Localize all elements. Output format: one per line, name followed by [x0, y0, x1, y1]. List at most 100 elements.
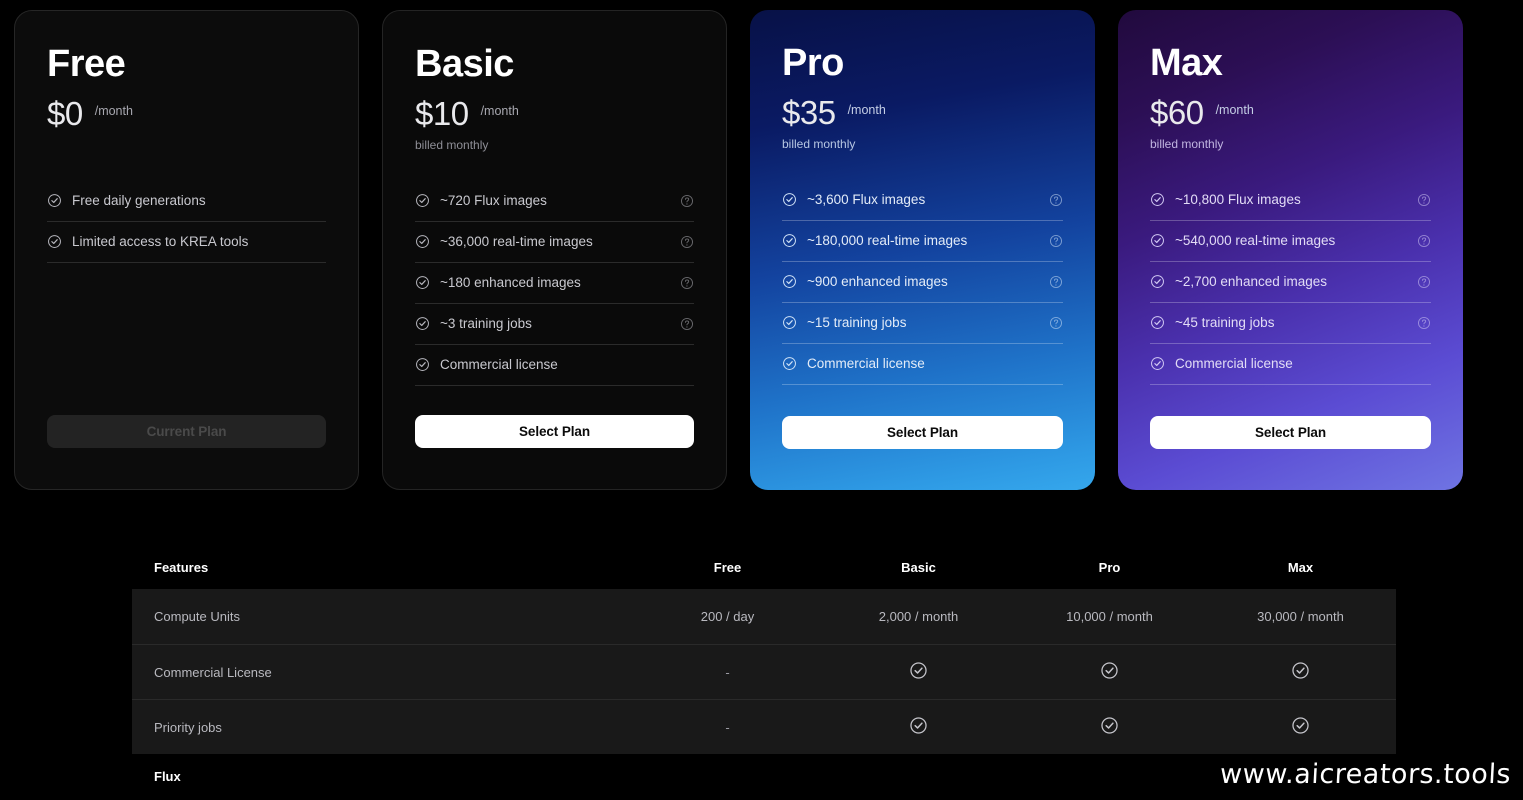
- plan-price-period: /month: [1215, 103, 1254, 117]
- plan-feature-item: ~2,700 enhanced images: [1150, 262, 1431, 303]
- question-circle-icon[interactable]: [680, 276, 694, 290]
- pricing-page: Free $0/month Free daily generations Limite…: [0, 0, 1523, 800]
- plan-feature-label: ~3 training jobs: [440, 316, 532, 332]
- plan-name: Free: [47, 43, 126, 85]
- table-cell: [823, 661, 1014, 684]
- plan-feature-item: Commercial license: [782, 344, 1063, 385]
- plan-feature-item: ~180,000 real-time images: [782, 221, 1063, 262]
- check-circle-icon: [415, 193, 430, 208]
- plan-feature-item: ~36,000 real-time images: [415, 222, 694, 263]
- check-circle-icon: [1150, 192, 1165, 207]
- plan-feature-label: ~900 enhanced images: [807, 274, 948, 290]
- plan-price: $0: [47, 95, 83, 132]
- question-circle-icon[interactable]: [1417, 193, 1431, 207]
- plan-feature-label: ~10,800 Flux images: [1175, 192, 1301, 208]
- plan-feature-label: ~180 enhanced images: [440, 275, 581, 291]
- plan-features-list: ~3,600 Flux images ~180,000 real-time ima…: [782, 180, 1063, 385]
- table-cell: 10,000 / month: [1066, 609, 1153, 624]
- plan-feature-item: Limited access to KREA tools: [47, 222, 326, 263]
- plan-feature-item: ~3,600 Flux images: [782, 180, 1063, 221]
- question-circle-icon[interactable]: [680, 194, 694, 208]
- check-circle-icon: [1150, 274, 1165, 289]
- plan-feature-item: ~720 Flux images: [415, 181, 694, 222]
- plan-feature-label: ~540,000 real-time images: [1175, 233, 1336, 249]
- check-circle-icon: [782, 274, 797, 289]
- plan-feature-item: ~180 enhanced images: [415, 263, 694, 304]
- plan-feature-label: ~3,600 Flux images: [807, 192, 926, 208]
- plan-comparison-table: Features Free Basic Pro Max Compute Units 200…: [132, 545, 1396, 798]
- table-cell-value: -: [725, 664, 730, 680]
- plan-price-row: $10/month: [415, 96, 694, 132]
- plan-feature-label: ~720 Flux images: [440, 193, 547, 209]
- table-row-label: Priority jobs: [154, 719, 222, 735]
- current-plan-button[interactable]: Current Plan: [47, 415, 326, 448]
- plan-price-row: $60/month: [1150, 94, 1431, 131]
- table-cell: 2,000 / month: [878, 609, 959, 624]
- check-circle-icon: [47, 234, 62, 249]
- table-cell: -: [632, 720, 823, 735]
- question-circle-icon[interactable]: [1049, 316, 1063, 330]
- plan-billing-note: billed monthly: [415, 137, 489, 152]
- plan-feature-item: ~540,000 real-time images: [1150, 221, 1431, 262]
- plan-billing-note: billed monthly: [782, 136, 856, 151]
- check-circle-icon: [1291, 661, 1311, 681]
- check-circle-icon: [1150, 356, 1165, 371]
- select-plan-button[interactable]: Select Plan: [782, 416, 1063, 449]
- table-header-basic: Basic: [901, 559, 936, 575]
- select-plan-button[interactable]: Select Plan: [415, 415, 694, 448]
- table-header-free: Free: [713, 559, 742, 575]
- table-header-max: Max: [1287, 559, 1314, 575]
- check-circle-icon: [47, 193, 62, 208]
- question-circle-icon[interactable]: [1049, 193, 1063, 207]
- plan-feature-label: Commercial license: [1175, 356, 1293, 372]
- plan-card-max: Max $60/month billed monthly ~10,800 Flux i…: [1118, 10, 1463, 490]
- plan-feature-item: Commercial license: [415, 345, 694, 386]
- plan-card-free: Free $0/month Free daily generations Limite…: [14, 10, 359, 490]
- check-circle-icon: [415, 275, 430, 290]
- plan-price-row: $0/month: [47, 95, 326, 132]
- table-cell-value: -: [725, 719, 730, 735]
- table-cell: -: [632, 665, 823, 680]
- table-row: Priority jobs -: [132, 699, 1396, 754]
- comparison-table-body: Compute Units 200 / day 2,000 / month 10,00…: [132, 589, 1396, 798]
- plan-feature-item: ~3 training jobs: [415, 304, 694, 345]
- check-circle-icon: [782, 192, 797, 207]
- plan-feature-item: ~900 enhanced images: [782, 262, 1063, 303]
- plan-card-pro: Pro $35/month billed monthly ~3,600 Flux im…: [750, 10, 1095, 490]
- table-row: Commercial License -: [132, 644, 1396, 699]
- plan-price-period: /month: [94, 104, 133, 118]
- question-circle-icon[interactable]: [1049, 234, 1063, 248]
- table-cell: 200 / day: [700, 609, 755, 624]
- table-header-features: Features: [154, 559, 209, 575]
- watermark: www.aicreators.tools: [1219, 759, 1512, 790]
- table-cell: [1205, 716, 1396, 739]
- plan-feature-item: ~10,800 Flux images: [1150, 180, 1431, 221]
- question-circle-icon[interactable]: [680, 235, 694, 249]
- question-circle-icon[interactable]: [1417, 316, 1431, 330]
- table-cell: 30,000 / month: [1257, 609, 1344, 624]
- plan-price-period: /month: [480, 104, 519, 118]
- plan-price: $60: [1150, 94, 1204, 131]
- plan-feature-label: ~15 training jobs: [807, 315, 907, 331]
- plan-card-basic: Basic $10/month billed monthly ~720 Flux im…: [382, 10, 727, 490]
- question-circle-icon[interactable]: [1417, 275, 1431, 289]
- table-row-label: Compute Units: [154, 609, 240, 624]
- question-circle-icon[interactable]: [1049, 275, 1063, 289]
- check-circle-icon: [1291, 716, 1311, 736]
- check-circle-icon: [1100, 661, 1120, 681]
- table-cell: [1014, 716, 1205, 739]
- select-plan-button[interactable]: Select Plan: [1150, 416, 1431, 449]
- question-circle-icon[interactable]: [1417, 234, 1431, 248]
- check-circle-icon: [909, 716, 929, 736]
- plan-feature-item: Commercial license: [1150, 344, 1431, 385]
- check-circle-icon: [1150, 233, 1165, 248]
- plan-feature-label: Commercial license: [807, 356, 925, 372]
- check-circle-icon: [415, 357, 430, 372]
- check-circle-icon: [1150, 315, 1165, 330]
- plan-feature-item: ~45 training jobs: [1150, 303, 1431, 344]
- plan-feature-label: ~36,000 real-time images: [440, 234, 593, 250]
- table-header-pro: Pro: [1098, 559, 1121, 575]
- table-row-label: Commercial License: [154, 664, 272, 680]
- question-circle-icon[interactable]: [680, 317, 694, 331]
- check-circle-icon: [415, 316, 430, 331]
